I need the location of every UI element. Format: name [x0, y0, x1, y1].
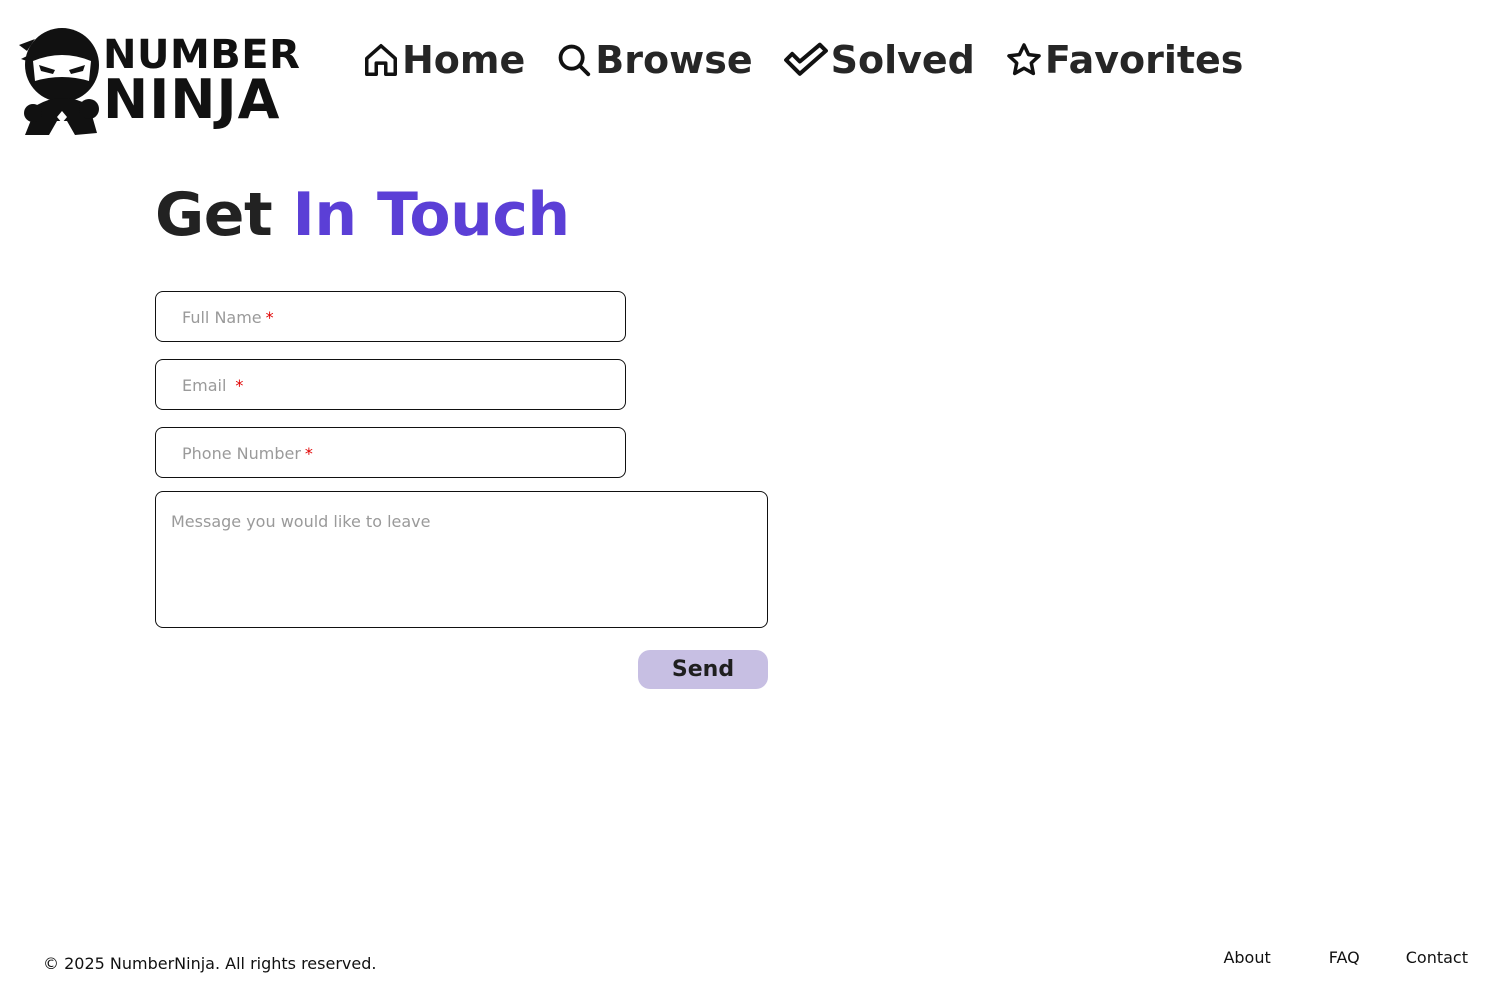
- footer-link-contact[interactable]: Contact: [1406, 948, 1468, 967]
- star-icon: [1007, 43, 1041, 76]
- main-nav: Home Browse Solved Favorites: [362, 38, 1273, 82]
- site-logo[interactable]: NUMBER NINJA: [17, 25, 300, 139]
- full-name-field-box: Full Name *: [155, 291, 626, 342]
- footer-links: About FAQ Contact: [1223, 948, 1468, 967]
- email-field-box: Email *: [155, 359, 626, 410]
- message-field-box: [155, 491, 768, 628]
- checkmark-icon: [783, 42, 828, 76]
- full-name-input[interactable]: [156, 292, 625, 341]
- title-part-2: In Touch: [292, 180, 571, 250]
- nav-browse-label: Browse: [595, 38, 753, 82]
- email-input[interactable]: [156, 360, 625, 409]
- footer-link-about[interactable]: About: [1223, 948, 1270, 967]
- message-textarea[interactable]: [156, 492, 767, 627]
- nav-favorites[interactable]: Favorites: [1005, 38, 1244, 82]
- logo-line2: NINJA: [103, 68, 281, 131]
- nav-favorites-label: Favorites: [1044, 38, 1244, 82]
- phone-input[interactable]: [156, 428, 625, 477]
- nav-solved-label: Solved: [830, 38, 975, 82]
- logo-wordmark: NUMBER NINJA: [103, 35, 300, 127]
- page-title: Get In Touch: [155, 180, 570, 250]
- home-icon: [365, 44, 397, 76]
- nav-browse[interactable]: Browse: [555, 38, 753, 82]
- footer-copyright: © 2025 NumberNinja. All rights reserved.: [43, 954, 377, 973]
- search-icon: [558, 44, 591, 77]
- nav-home[interactable]: Home: [362, 38, 525, 82]
- nav-solved[interactable]: Solved: [783, 38, 975, 82]
- title-part-1: Get: [155, 180, 273, 250]
- ninja-mascot-icon: [19, 28, 99, 135]
- phone-field-box: Phone Number *: [155, 427, 626, 478]
- send-button[interactable]: Send: [638, 650, 768, 689]
- nav-home-label: Home: [402, 38, 526, 82]
- footer-link-faq[interactable]: FAQ: [1329, 948, 1360, 967]
